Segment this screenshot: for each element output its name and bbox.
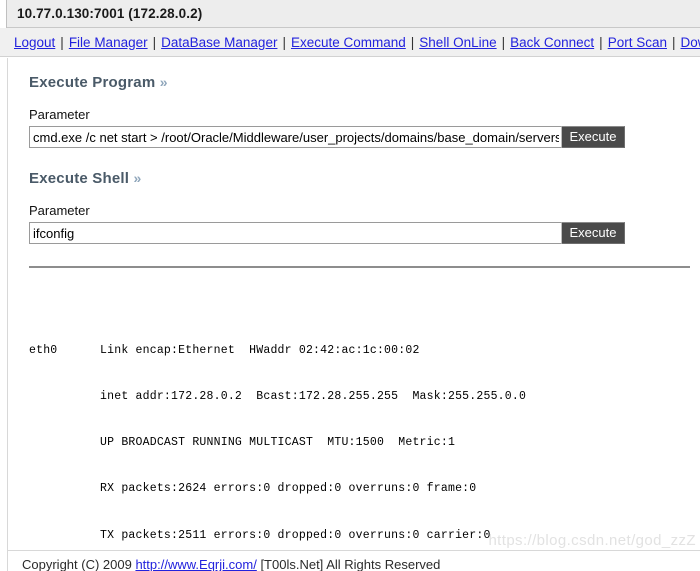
nav-link-download-remote[interactable]: Download Remote [680,35,700,50]
content-panel: Execute Program » Parameter Execute Exec… [7,58,700,550]
nav-separator: | [671,34,676,50]
titlebar-tab-nub [0,0,7,28]
page-title: 10.77.0.130:7001 (172.28.0.2) [17,6,203,21]
page-footer: Copyright (C) 2009 http://www.Eqrji.com/… [7,550,700,571]
output-line: inet addr:172.28.0.2 Bcast:172.28.255.25… [29,389,527,403]
nav-link-port-scan[interactable]: Port Scan [608,35,667,50]
execute-program-param-input[interactable] [29,126,562,148]
nav-link-file-manager[interactable]: File Manager [69,35,148,50]
execute-shell-button[interactable]: Execute [562,222,625,244]
output-line: TX packets:2511 errors:0 dropped:0 overr… [29,528,491,542]
footer-copyright-prefix: Copyright (C) 2009 [22,557,136,571]
execute-shell-param-input[interactable] [29,222,562,244]
title-bar: 10.77.0.130:7001 (172.28.0.2) [0,0,700,28]
footer-site-tag: [T00ls.Net] [256,557,327,571]
nav-link-execute-command[interactable]: Execute Command [291,35,406,50]
execute-program-section: Execute Program » Parameter Execute [22,74,700,148]
execute-shell-section: Execute Shell » Parameter Execute [22,170,700,244]
chevron-double-right-icon: » [133,170,142,186]
footer-rights-text: All Rights Reserved [326,557,441,571]
nav-link-back-connect[interactable]: Back Connect [510,35,594,50]
execute-program-button[interactable]: Execute [562,126,625,148]
execute-program-heading: Execute Program » [29,74,700,91]
primary-navigation: Logout | File Manager | DataBase Manager… [0,28,700,57]
footer-site-link[interactable]: http://www.Eqrji.com/ [135,557,256,571]
nav-separator: | [501,34,506,50]
execute-shell-heading-text: Execute Shell [29,170,130,187]
nav-separator: | [60,34,64,50]
output-spacer [22,244,700,266]
output-line: eth0 Link encap:Ethernet HWaddr 02:42:ac… [29,343,420,357]
nav-separator: | [410,34,415,50]
output-line: UP BROADCAST RUNNING MULTICAST MTU:1500 … [29,436,456,450]
execute-program-param-label: Parameter [29,107,90,122]
execute-shell-heading: Execute Shell » [29,170,700,187]
execute-program-heading-text: Execute Program [29,74,156,91]
chevron-double-right-icon: » [159,74,168,90]
execute-shell-input-row: Execute [29,222,700,244]
nav-link-shell-online[interactable]: Shell OnLine [419,35,496,50]
nav-link-logout[interactable]: Logout [14,35,55,50]
output-block-eth0: eth0 Link encap:Ethernet HWaddr 02:42:ac… [29,312,700,550]
output-line: RX packets:2624 errors:0 dropped:0 overr… [29,482,477,496]
execute-program-input-row: Execute [29,126,700,148]
nav-separator: | [599,34,603,50]
execute-shell-param-label: Parameter [29,203,90,218]
nav-link-database-manager[interactable]: DataBase Manager [161,35,277,50]
output-divider [29,266,690,268]
nav-separator: | [152,34,157,50]
command-output: eth0 Link encap:Ethernet HWaddr 02:42:ac… [29,281,700,550]
nav-separator: | [282,34,286,50]
